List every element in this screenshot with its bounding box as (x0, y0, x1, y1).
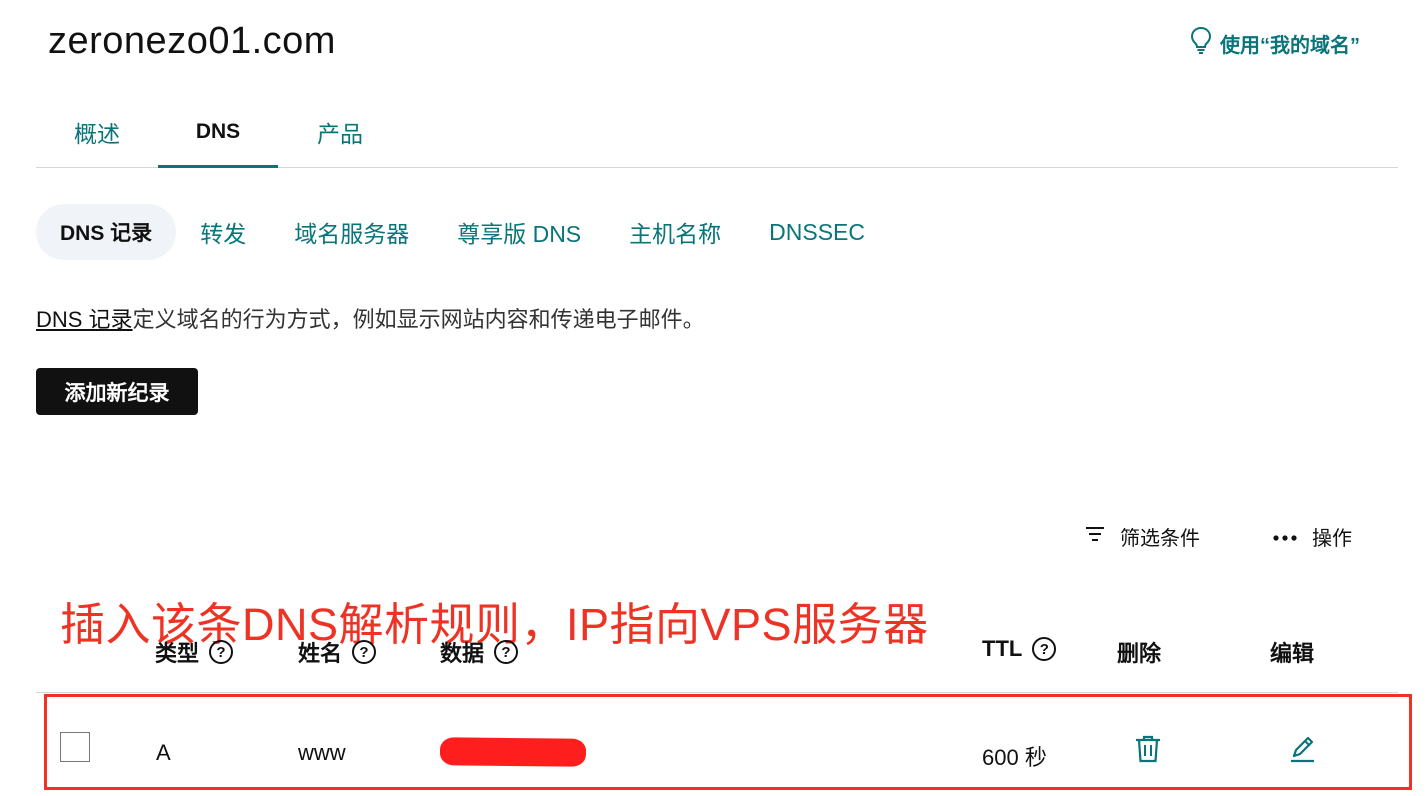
cell-type: A (156, 740, 171, 765)
help-icon[interactable]: ? (209, 640, 234, 664)
header-type-label: 类型 (155, 641, 200, 666)
header-delete: 删除 (1117, 636, 1161, 668)
subtab-hostnames[interactable]: 主机名称 (629, 204, 721, 260)
tab-dns[interactable]: DNS (158, 100, 278, 168)
subtab-forwarding[interactable]: 转发 (200, 204, 246, 260)
actions-label: 操作 (1312, 528, 1352, 550)
header-name: 姓名 ? (298, 636, 377, 668)
actions-menu-button[interactable]: 操作 (1272, 522, 1352, 551)
header-edit-label: 编辑 (1270, 641, 1315, 666)
main-tabs: 概述 DNS 产品 (36, 100, 1398, 168)
pencil-icon (1288, 734, 1316, 769)
redacted-ip-mark (439, 737, 587, 767)
add-record-button[interactable]: 添加新纪录 (36, 368, 198, 415)
dns-description: DNS 记录定义域名的行为方式，例如显示网站内容和传递电子邮件。 (36, 302, 705, 334)
edit-button[interactable] (1286, 734, 1318, 768)
more-dots-icon (1272, 525, 1298, 548)
filter-label: 筛选条件 (1120, 528, 1200, 550)
header-edit: 编辑 (1270, 636, 1314, 668)
subtab-nameservers[interactable]: 域名服务器 (294, 204, 409, 260)
help-icon[interactable]: ? (352, 640, 377, 664)
header-delete-label: 删除 (1117, 641, 1162, 666)
filter-icon (1084, 524, 1106, 550)
dns-sub-tabs: DNS 记录 转发 域名服务器 尊享版 DNS 主机名称 DNSSEC (36, 204, 913, 260)
help-icon[interactable]: ? (494, 640, 519, 664)
dns-management-page: zeronezo01.com 使用“我的域名” 概述 DNS 产品 DNS 记录… (0, 0, 1428, 796)
subtab-premium-dns[interactable]: 尊享版 DNS (457, 204, 581, 260)
subtab-dns-records[interactable]: DNS 记录 (36, 204, 177, 260)
use-my-domain-label: 使用“我的域名” (1220, 34, 1360, 57)
header-type: 类型 ? (155, 636, 234, 668)
header-name-label: 姓名 (298, 641, 343, 666)
table-divider (36, 692, 1398, 693)
header-data-label: 数据 (440, 641, 485, 666)
trash-icon (1134, 734, 1162, 769)
dns-description-text: 定义域名的行为方式，例如显示网站内容和传递电子邮件。 (132, 307, 705, 332)
cell-ttl: 600 秒 (982, 745, 1047, 770)
header-data: 数据 ? (440, 636, 519, 668)
subtab-dnssec[interactable]: DNSSEC (769, 204, 865, 260)
dns-records-help-link[interactable]: DNS 记录 (36, 307, 133, 332)
filter-button[interactable]: 筛选条件 (1084, 522, 1200, 551)
delete-button[interactable] (1132, 734, 1164, 768)
tab-overview[interactable]: 概述 (36, 100, 158, 168)
use-my-domain-link[interactable]: 使用“我的域名” (1190, 26, 1360, 60)
annotation-highlight-box (44, 694, 1412, 790)
header-ttl-label: TTL (982, 636, 1023, 661)
tab-products[interactable]: 产品 (278, 100, 402, 168)
lightbulb-icon (1190, 26, 1212, 60)
header-ttl: TTL ? (982, 636, 1057, 662)
cell-name: www (298, 740, 346, 765)
page-title: zeronezo01.com (48, 20, 336, 62)
help-icon[interactable]: ? (1032, 637, 1057, 661)
row-select-checkbox[interactable] (60, 732, 90, 762)
